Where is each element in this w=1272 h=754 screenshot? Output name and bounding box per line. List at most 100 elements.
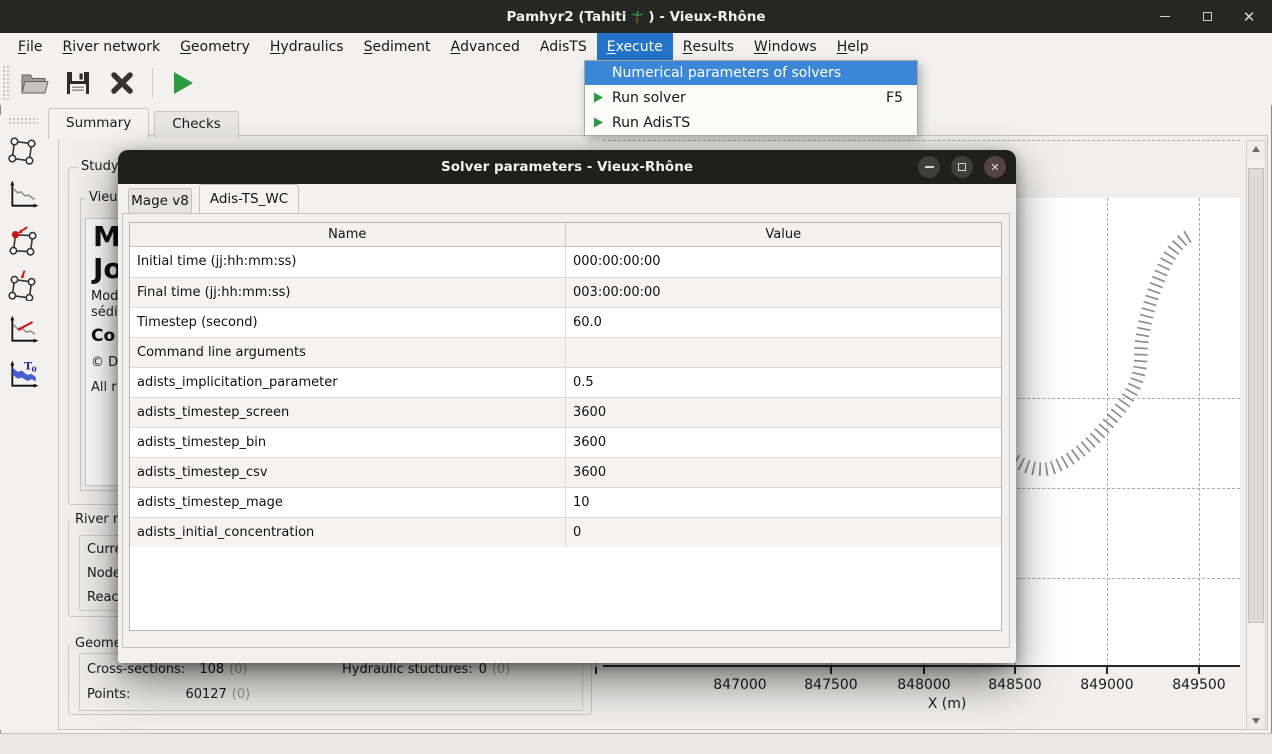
menu-item-run-solver[interactable]: Run solver F5: [585, 85, 917, 110]
maximize-icon[interactable]: [1198, 8, 1216, 26]
main-tab[interactable]: Summary: [48, 108, 149, 139]
menu-item[interactable]: Windows: [744, 33, 827, 60]
table-row[interactable]: adists_implicitation_parameter 0.5: [130, 367, 1001, 397]
parameter-value-cell[interactable]: 3600: [566, 397, 1002, 427]
minimize-icon[interactable]: [1156, 8, 1174, 26]
parameter-name-cell[interactable]: adists_initial_concentration: [130, 517, 566, 547]
dialog-close-icon[interactable]: ✕: [984, 156, 1006, 178]
plot-x-ticklabel: 848500: [970, 677, 1060, 693]
parameter-name-cell[interactable]: Command line arguments: [130, 337, 566, 367]
main-tab[interactable]: Checks: [154, 111, 239, 138]
dialog-minimize-icon[interactable]: [918, 156, 940, 178]
parameter-value-cell[interactable]: 3600: [566, 457, 1002, 487]
scroll-up-icon: [1252, 146, 1260, 152]
table-header-name[interactable]: Name: [130, 223, 566, 246]
plot-x-ticklabels: 847000847500848000848500849000849500: [595, 677, 1243, 695]
svg-text:0: 0: [31, 365, 36, 374]
points-label: Points:: [87, 687, 130, 702]
parameter-value-cell[interactable]: [566, 337, 1002, 367]
edit-node-button[interactable]: [4, 221, 42, 259]
table-row[interactable]: adists_timestep_screen 3600: [130, 397, 1001, 427]
edit-reach-button[interactable]: [4, 266, 42, 304]
close-study-button[interactable]: [102, 64, 142, 102]
plot-vertical-scrollbar[interactable]: [1246, 140, 1266, 730]
parameter-value-cell[interactable]: 0: [566, 517, 1002, 547]
open-study-button[interactable]: [14, 64, 54, 102]
table-row[interactable]: adists_initial_concentration 0: [130, 517, 1001, 547]
window-titlebar[interactable]: Pamhyr2 (Tahiti ) - Vieux-Rhône ✕: [0, 0, 1272, 33]
initial-conditions-icon: T 0: [7, 359, 39, 391]
dialog-title: Solver parameters - Vieux-Rhône: [441, 159, 693, 175]
menu-item[interactable]: Hydraulics: [260, 33, 354, 60]
parameter-value-cell[interactable]: 0.5: [566, 367, 1002, 397]
plot-x-ticklabel: 847000: [695, 677, 785, 693]
table-row[interactable]: Command line arguments: [130, 337, 1001, 367]
menu-item[interactable]: Geometry: [170, 33, 260, 60]
parameter-name-cell[interactable]: adists_timestep_mage: [130, 487, 566, 517]
table-row[interactable]: adists_timestep_csv 3600: [130, 457, 1001, 487]
study-description-line7: All r: [91, 380, 117, 395]
dialog-titlebar[interactable]: Solver parameters - Vieux-Rhône ✕: [118, 150, 1016, 184]
toolbar-separator: [152, 68, 153, 98]
parameter-value-cell[interactable]: 60.0: [566, 307, 1002, 337]
parameter-value-cell[interactable]: 003:00:00:00: [566, 277, 1002, 307]
river-network-row-reaches: Reac: [87, 590, 119, 605]
parameter-name-cell[interactable]: adists_timestep_csv: [130, 457, 566, 487]
menu-item[interactable]: AdisTS: [530, 33, 597, 60]
table-row[interactable]: Final time (jj:hh:mm:ss) 003:00:00:00: [130, 277, 1001, 307]
menu-item[interactable]: File: [8, 33, 52, 60]
run-solver-shortcut: F5: [886, 90, 903, 106]
menu-item[interactable]: Sediment: [354, 33, 441, 60]
menu-item-run-adists[interactable]: Run AdisTS: [585, 110, 917, 135]
table-row[interactable]: Initial time (jj:hh:mm:ss) 000:00:00:00: [130, 247, 1001, 277]
toolbar-drag-handle[interactable]: [2, 65, 10, 101]
run-solver-button[interactable]: [163, 64, 203, 102]
dialog-tab-mage-v8[interactable]: Mage v8: [128, 188, 192, 213]
save-study-button[interactable]: [58, 64, 98, 102]
window-controls: ✕: [1156, 0, 1258, 33]
study-description-line5: Co: [91, 326, 115, 346]
menu-item-numerical-parameters[interactable]: Numerical parameters of solvers: [585, 61, 917, 85]
main-tabbar: SummaryChecks: [48, 107, 239, 138]
parameter-value-cell[interactable]: 10: [566, 487, 1002, 517]
window-title-pre: Pamhyr2 (Tahiti: [506, 9, 626, 25]
study-description-line1: M: [93, 220, 121, 253]
table-header-value[interactable]: Value: [566, 223, 1002, 246]
parameter-value-cell[interactable]: 000:00:00:00: [566, 247, 1002, 277]
hydraulic-structures-value: 0: [479, 662, 487, 677]
parameter-name-cell[interactable]: Final time (jj:hh:mm:ss): [130, 277, 566, 307]
profile-chart-button[interactable]: [4, 176, 42, 214]
plot-x-ticklabel: 849500: [1154, 677, 1244, 693]
menu-item[interactable]: Advanced: [440, 33, 529, 60]
menu-item[interactable]: Results: [673, 33, 744, 60]
points-extra: (0): [232, 687, 250, 702]
parameter-name-cell[interactable]: adists_implicitation_parameter: [130, 367, 566, 397]
parameter-name-cell[interactable]: Timestep (second): [130, 307, 566, 337]
initial-conditions-button[interactable]: T 0: [4, 356, 42, 394]
parameter-name-cell[interactable]: Initial time (jj:hh:mm:ss): [130, 247, 566, 277]
profile-chart-icon: [7, 179, 39, 211]
river-network-button[interactable]: [4, 131, 42, 169]
table-row[interactable]: adists_timestep_bin 3600: [130, 427, 1001, 457]
menu-item[interactable]: Execute: [597, 33, 673, 60]
scroll-up-button[interactable]: [1247, 141, 1265, 157]
hydraulic-structures-label: Hydraulic stuctures:: [342, 662, 473, 677]
parameter-name-cell[interactable]: adists_timestep_bin: [130, 427, 566, 457]
scrollbar-thumb[interactable]: [1248, 168, 1264, 623]
dialog-maximize-icon[interactable]: [951, 156, 973, 178]
table-row[interactable]: Timestep (second) 60.0: [130, 307, 1001, 337]
table-row[interactable]: adists_timestep_mage 10: [130, 487, 1001, 517]
river-network-row-nodes: Node: [87, 566, 121, 581]
dialog-tab-adis-ts-wc[interactable]: Adis-TS_WC: [199, 184, 299, 213]
side-toolbar-drag-handle[interactable]: [8, 117, 38, 125]
parameter-value-cell[interactable]: 3600: [566, 427, 1002, 457]
menu-item[interactable]: River network: [52, 33, 170, 60]
menu-item[interactable]: Help: [827, 33, 879, 60]
parameter-name-cell[interactable]: adists_timestep_screen: [130, 397, 566, 427]
close-icon[interactable]: ✕: [1240, 8, 1258, 26]
scroll-down-button[interactable]: [1247, 713, 1265, 729]
run-icon: [593, 92, 604, 103]
results-chart-button[interactable]: [4, 311, 42, 349]
study-description-line4: sédi: [91, 305, 118, 320]
study-description-line3: Mod: [91, 289, 118, 304]
